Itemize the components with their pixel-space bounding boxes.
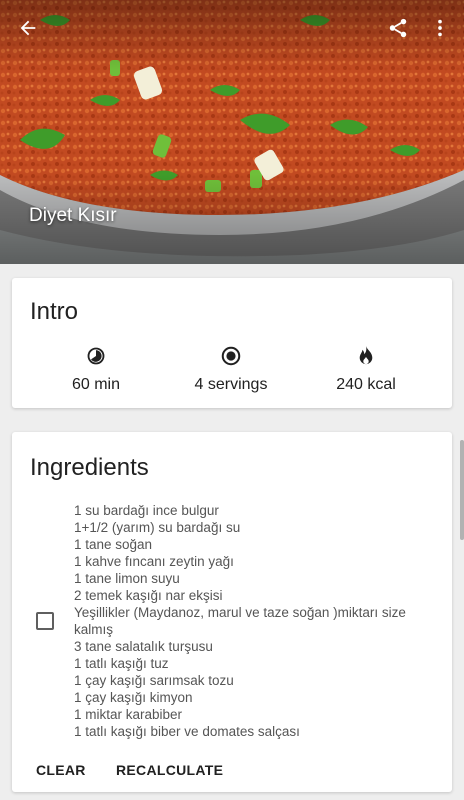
ingredient-item: 1 tatlı kaşığı biber ve domates salçası [74,724,300,739]
ingredients-card: Ingredients 1 su bardağı ince bulgur 1+1… [12,432,452,792]
ingredient-item: 1 su bardağı ince bulgur [74,503,219,518]
ingredients-list: 1 su bardağı ince bulgur 1+1/2 (yarım) s… [74,502,434,740]
intro-card: Intro 60 min 4 servings 240 kcal [12,278,452,408]
ingredients-checkbox[interactable] [36,612,54,630]
ingredient-item: 1 çay kaşığı sarımsak tozu [74,673,234,688]
more-vert-icon [438,19,442,37]
ingredient-item: 2 temek kaşığı nar ekşisi [74,588,223,603]
ingredient-item: 1 tane limon suyu [74,571,180,586]
share-icon [389,18,407,38]
stat-time: 60 min [26,344,166,394]
recalculate-button[interactable]: RECALCULATE [116,762,223,778]
ingredient-item: 1 tatlı kaşığı tuz [74,656,169,671]
servings-icon [221,346,241,366]
intro-title: Intro [30,298,79,325]
back-button[interactable] [8,8,48,48]
stat-servings: 4 servings [161,344,301,394]
ingredient-item: 1 miktar karabiber [74,707,183,722]
clear-button[interactable]: CLEAR [36,762,86,778]
ingredient-item: 1 çay kaşığı kimyon [74,690,193,705]
more-options-button[interactable] [420,8,460,48]
scrollbar[interactable] [460,440,464,540]
ingredients-title: Ingredients [30,454,149,481]
ingredient-item: 1+1/2 (yarım) su bardağı su [74,520,241,535]
stat-time-label: 60 min [71,376,121,393]
ingredient-item: 3 tane salatalık turşusu [74,639,213,654]
flame-icon [359,346,373,365]
stat-kcal: 240 kcal [296,344,436,394]
share-button[interactable] [378,8,418,48]
ingredient-item: Yeşillikler (Maydanoz, marul ve taze soğ… [74,605,406,637]
timer-icon [87,347,105,365]
arrow-left-icon [20,20,36,36]
ingredient-item: 1 tane soğan [74,537,153,552]
stat-servings-label: 4 servings [194,376,268,393]
recipe-title: Diyet Kısır [29,205,117,226]
ingredient-item: 1 kahve fıncanı zeytin yağı [74,554,234,569]
stat-kcal-label: 240 kcal [336,376,396,393]
